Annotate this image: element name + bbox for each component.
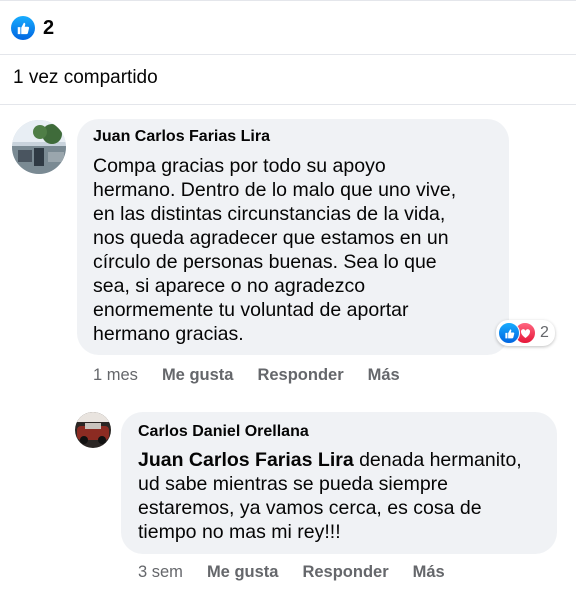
comment-reaction-count: 2 [540, 324, 549, 341]
reply-bubble: Carlos Daniel Orellana Juan Carlos Faria… [121, 412, 557, 554]
comment-line: ud sabe mientras se pueda siempre [138, 473, 449, 495]
reply-button[interactable]: Responder [302, 563, 388, 582]
comment-line: tiempo no mas mi rey!!! [138, 521, 341, 543]
comment-line: sea, si aparece o no agradezco [93, 275, 366, 297]
comment-line: Juan Carlos Farias Lira denada hermanito… [138, 448, 541, 472]
comment-line: en las distintas circunstancias de la vi… [93, 203, 446, 225]
post-reactions[interactable]: 2 [11, 16, 54, 40]
comment-line: círculo de personas buenas. Sea lo que [93, 251, 437, 273]
like-button[interactable]: Me gusta [207, 563, 279, 582]
comment-line: enormemente tu voluntad de aportar [93, 299, 409, 321]
reply-button[interactable]: Responder [257, 366, 343, 385]
comment-actions: 1 mes Me gusta Responder Más [93, 366, 424, 385]
comment-author[interactable]: Juan Carlos Farias Lira [93, 128, 493, 146]
comment-bubble: Juan Carlos Farias Lira Compa gracias po… [77, 119, 509, 355]
more-button[interactable]: Más [368, 366, 400, 385]
avatar[interactable] [12, 120, 66, 174]
reactions-divider [0, 54, 576, 55]
like-button[interactable]: Me gusta [162, 366, 234, 385]
comment-timestamp[interactable]: 3 sem [138, 563, 183, 582]
shares-count[interactable]: 1 vez compartido [13, 67, 158, 89]
comment-line: Compa gracias por todo su apoyo [93, 155, 386, 177]
post-reaction-count: 2 [43, 16, 55, 39]
reply-actions: 3 sem Me gusta Responder Más [138, 563, 469, 582]
avatar[interactable] [75, 412, 111, 448]
comment-text: Compa gracias por todo su apoyo hermano.… [93, 154, 493, 346]
profile-photo-icon [75, 412, 111, 448]
like-reaction-icon [11, 16, 35, 40]
comment-line: estaremos, ya vamos cerca, es cosa de [138, 497, 482, 519]
profile-photo-icon [12, 120, 66, 174]
comment-reactions[interactable]: 2 [496, 320, 555, 346]
comment-text: Juan Carlos Farias Lira denada hermanito… [138, 448, 541, 544]
mention-link[interactable]: Juan Carlos Farias Lira [138, 449, 354, 471]
shares-divider [0, 104, 576, 105]
comment-line-rest: denada hermanito, [353, 449, 522, 471]
comment-line: nos queda agradecer que estamos en un [93, 227, 449, 249]
more-button[interactable]: Más [413, 563, 445, 582]
comment-author[interactable]: Carlos Daniel Orellana [138, 423, 541, 441]
like-reaction-icon [498, 322, 520, 344]
comment-line: hermano. Dentro de lo malo que uno vive, [93, 179, 457, 201]
comment-line: hermano gracias. [93, 323, 244, 345]
comment-timestamp[interactable]: 1 mes [93, 366, 138, 385]
top-divider [0, 0, 576, 1]
